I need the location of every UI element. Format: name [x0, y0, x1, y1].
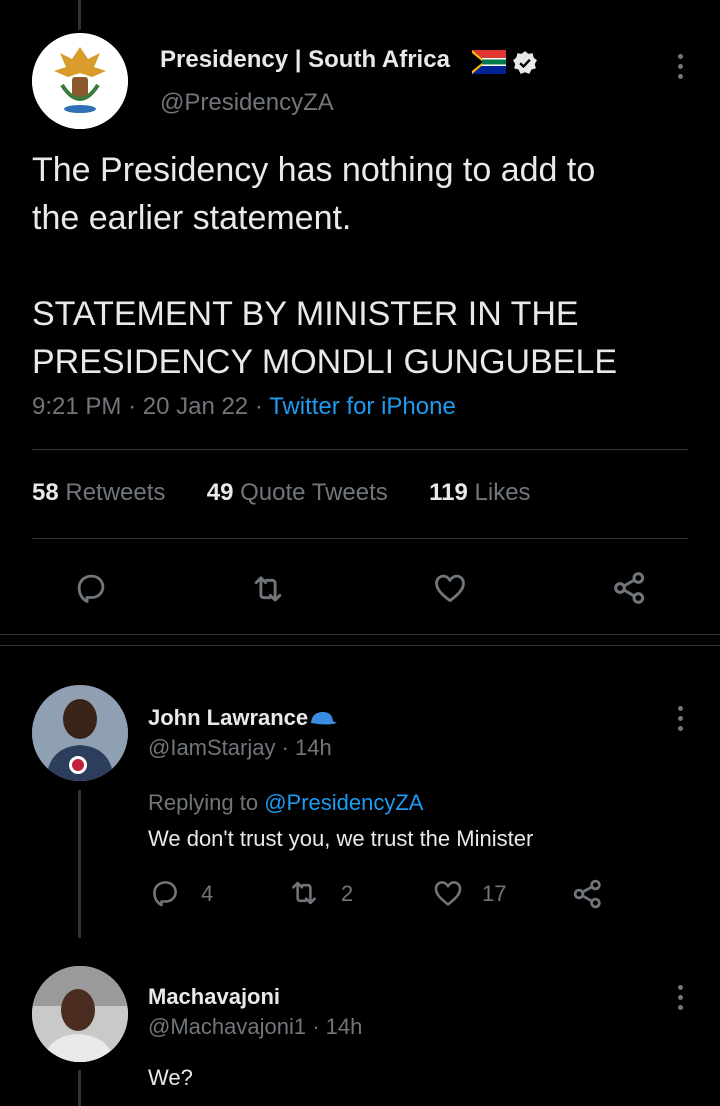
- likes-label: Likes: [474, 479, 531, 506]
- reply-1-share-icon[interactable]: [570, 876, 606, 912]
- statement-line-2: PRESIDENCY MONDLI GUNGUBELE: [32, 343, 618, 381]
- quotes-label: Quote Tweets: [240, 479, 388, 506]
- reply-2-meta: @Machavajoni1 · 14h: [148, 1014, 362, 1040]
- meta-separator: ·: [306, 1014, 326, 1039]
- display-name-text: Presidency | South Africa: [160, 46, 450, 73]
- reply-2-age[interactable]: 14h: [326, 1014, 363, 1039]
- share-icon[interactable]: [610, 568, 650, 608]
- retweets-count: 58: [32, 479, 59, 506]
- person-photo-icon: [32, 685, 128, 781]
- thread-line-top: [78, 0, 81, 30]
- section-divider: [0, 634, 720, 635]
- john-lawrance-avatar[interactable]: [32, 685, 128, 781]
- like-icon[interactable]: [430, 569, 470, 607]
- likes-count: 119: [429, 479, 468, 506]
- tweet-source[interactable]: Twitter for iPhone: [269, 393, 456, 420]
- reply-2-more-options-icon[interactable]: [670, 979, 690, 1015]
- reply-2-text: We?: [148, 1065, 193, 1090]
- reply-1-like-icon[interactable]: [430, 876, 466, 910]
- retweets-label: Retweets: [65, 479, 166, 506]
- person-photo-icon: [32, 966, 128, 1062]
- reply-2-handle[interactable]: @Machavajoni1: [148, 1014, 306, 1039]
- tweet-text: The Presidency has nothing to add to the…: [32, 146, 692, 386]
- quotes-count: 49: [206, 479, 234, 506]
- divider: [32, 538, 688, 539]
- retweet-icon[interactable]: [248, 570, 288, 608]
- replying-to-label: Replying to: [148, 790, 259, 815]
- thread-line-reply-2: [78, 1070, 81, 1106]
- reply-1-age[interactable]: 14h: [295, 735, 332, 760]
- handle[interactable]: @PresidencyZA: [160, 89, 334, 117]
- machavajoni-avatar[interactable]: [32, 966, 128, 1062]
- meta-separator: ·: [128, 393, 143, 420]
- reply-icon[interactable]: [72, 569, 110, 607]
- reply-2-display-name[interactable]: Machavajoni: [148, 984, 280, 1010]
- more-options-icon[interactable]: [670, 48, 690, 84]
- reply-1-header: John Lawrance: [148, 705, 338, 731]
- divider: [32, 449, 688, 450]
- south-africa-flag-icon: [472, 50, 506, 74]
- reply-1-like-count: 17: [482, 881, 507, 906]
- reply-1-retweet-count: 2: [341, 881, 354, 906]
- tweet-time[interactable]: 9:21 PM: [32, 393, 121, 420]
- tweet-meta: 9:21 PM · 20 Jan 22 · Twitter for iPhone: [32, 393, 456, 421]
- tweet-text-line-2: the earlier statement.: [32, 199, 352, 237]
- reply-1-retweet-icon[interactable]: [286, 876, 322, 910]
- meta-separator: ·: [275, 735, 296, 760]
- display-name[interactable]: Presidency | South Africa: [160, 46, 450, 74]
- tweet-date[interactable]: 20 Jan 22: [143, 393, 248, 420]
- verified-badge-icon: [513, 51, 537, 74]
- statement-line-1: STATEMENT BY MINISTER IN THE: [32, 295, 579, 333]
- thread-line-reply: [78, 790, 81, 938]
- likes-stat[interactable]: 119 Likes: [429, 479, 530, 506]
- tweet-stats: 58 Retweets 49 Quote Tweets 119 Likes: [32, 479, 531, 507]
- tweet-text-line-1: The Presidency has nothing to add to: [32, 151, 596, 189]
- reply-1-reply-count: 4: [201, 881, 214, 906]
- section-divider: [0, 645, 720, 646]
- reply-1-replying-to: Replying to @PresidencyZA: [148, 790, 423, 816]
- coat-of-arms-icon: [32, 33, 128, 129]
- replying-to-handle[interactable]: @PresidencyZA: [264, 790, 423, 815]
- reply-1-reply-icon[interactable]: [148, 876, 182, 910]
- quotes-stat[interactable]: 49 Quote Tweets: [207, 479, 388, 506]
- meta-separator: ·: [254, 393, 270, 420]
- reply-1-display-name[interactable]: John Lawrance: [148, 705, 308, 730]
- reply-1-handle[interactable]: @IamStarjay: [148, 735, 275, 760]
- reply-1-meta: @IamStarjay · 14h: [148, 735, 332, 761]
- reply-1-more-options-icon[interactable]: [670, 700, 690, 736]
- retweets-stat[interactable]: 58 Retweets: [32, 479, 165, 506]
- reply-1-text: We don't trust you, we trust the Ministe…: [148, 826, 534, 851]
- presidency-avatar[interactable]: [32, 33, 128, 129]
- cap-emoji-icon: [311, 712, 338, 725]
